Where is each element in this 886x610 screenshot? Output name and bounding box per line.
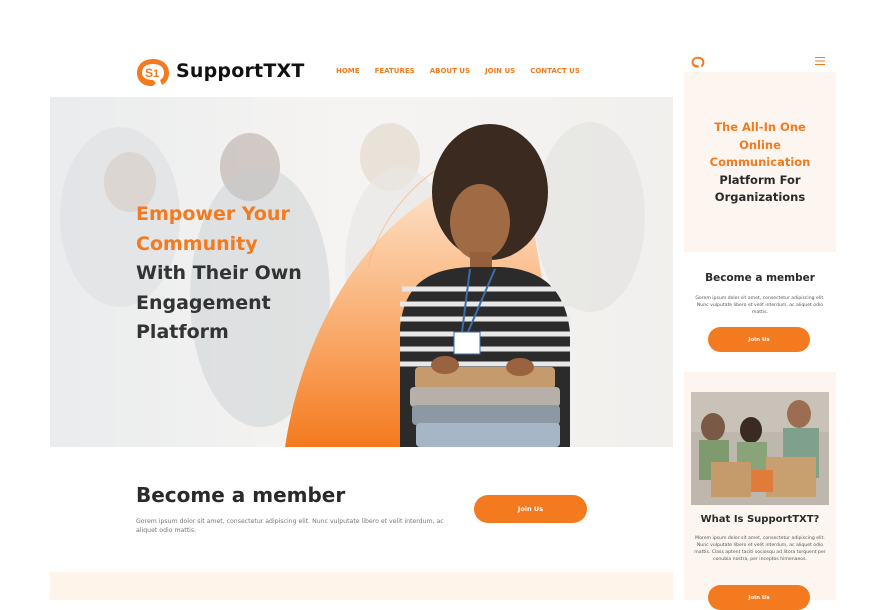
mobile-member-description: Gorem ipsum dolor sit amet, consectetur … [695, 296, 825, 315]
hero-line-4: Engagement [136, 291, 271, 314]
brand-name[interactable]: SupportTXT [176, 60, 305, 82]
mobile-hero-line-3: Communication [709, 155, 811, 169]
nav-join-us[interactable]: JOIN US [485, 67, 515, 75]
nav-about-us[interactable]: ABOUT US [430, 67, 470, 75]
mobile-hero-headline: The All-In One Online Communication Plat… [684, 119, 836, 207]
svg-text:S: S [145, 66, 153, 80]
hamburger-menu-icon[interactable] [815, 57, 825, 65]
what-is-title: What Is SupportTXT? [700, 514, 820, 525]
nav-features[interactable]: FEATURES [375, 67, 415, 75]
hero-line-5: Platform [136, 321, 229, 343]
mobile-hero-line-4: Platform For [719, 172, 801, 187]
join-us-button[interactable]: Join Us [474, 495, 587, 523]
hero-line-3: With Their Own [136, 262, 302, 284]
nav-contact-us[interactable]: CONTACT US [530, 67, 580, 75]
mobile-member-title: Become a member [705, 272, 815, 284]
hero-line-2: Community [136, 232, 258, 255]
volunteers-photo [691, 392, 829, 505]
member-description: Gorem ipsum dolor sit amet, consectetur … [136, 518, 444, 534]
supporttxt-logo-icon[interactable]: S 1 [136, 57, 170, 87]
mobile-join-us-button[interactable]: Join Us [708, 327, 810, 352]
next-section-strip [50, 572, 673, 600]
mobile-hero-line-1: The All-In One [714, 120, 806, 134]
mobile-hero-line-5: Organizations [714, 190, 806, 204]
hero-line-1: Empower Your [136, 203, 290, 225]
main-nav: HOME FEATURES ABOUT US JOIN US CONTACT U… [336, 67, 580, 75]
svg-text:1: 1 [153, 68, 159, 80]
what-is-description: Morem ipsum dolor sit amet, consectetur … [694, 536, 826, 562]
nav-home[interactable]: HOME [336, 67, 360, 75]
member-title: Become a member [136, 483, 346, 507]
mobile-hero-line-2: Online [739, 137, 781, 152]
hero-headline: Empower Your Community With Their Own En… [136, 200, 302, 348]
mobile-join-us-button-2[interactable]: Join Us [708, 585, 810, 610]
mobile-logo-icon[interactable] [691, 56, 705, 68]
